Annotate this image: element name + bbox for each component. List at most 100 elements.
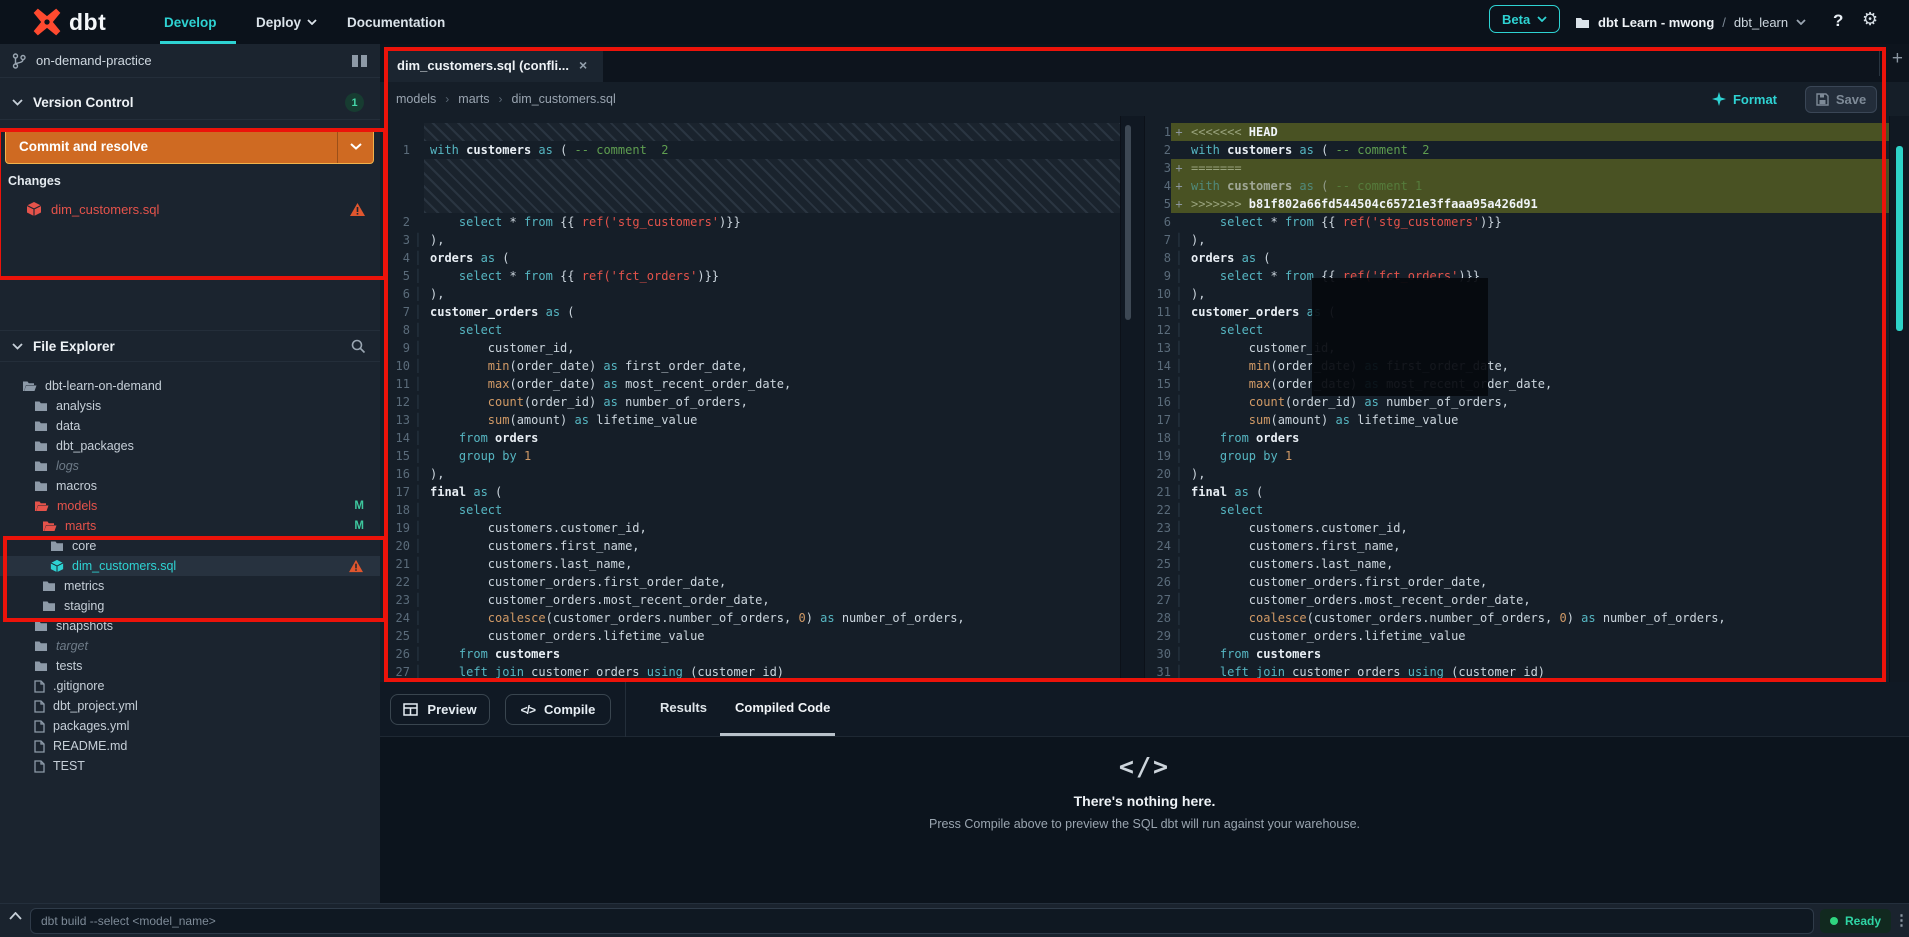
chevron-down-icon [1796,19,1806,25]
commit-and-resolve-button[interactable]: Commit and resolve [5,128,374,164]
tab-compiled-code[interactable]: Compiled Code [735,700,830,715]
commit-options-dropdown[interactable] [337,129,373,163]
gutter-marker: │ [414,539,422,553]
line-number: 8 [1163,251,1171,265]
code-line-21: 21 │ customers.last_name, [380,555,1120,573]
line-number: 16 [1156,395,1171,409]
code-line-7: 7 │ customer_orders as ( [380,303,1120,321]
tab-results[interactable]: Results [660,700,707,715]
version-control-header[interactable]: Version Control 1 [0,86,380,120]
code-line-2: 2 select * from {{ ref('stg_customers')}… [380,213,1120,231]
nav-documentation[interactable]: Documentation [347,0,445,44]
gutter-marker: │ [414,251,422,265]
nav-develop[interactable]: Develop [164,0,217,44]
gutter-marker: │ [414,467,422,481]
editor-pane-current[interactable]: 1 with customers as ( -- comment 2 2 selec… [380,116,1120,682]
save-button[interactable]: Save [1805,85,1877,113]
nav-deploy[interactable]: Deploy [256,0,317,44]
results-panel-header: Preview </> Compile Results Compiled Cod… [380,682,1909,737]
gutter-marker: │ [1175,287,1183,301]
tree-item-analysis[interactable]: analysis [0,396,380,416]
tree-item-dim_customers.sql[interactable]: dim_customers.sql [0,556,380,576]
breadcrumb-item[interactable]: marts [458,92,489,106]
new-tab-button[interactable]: + [1892,48,1903,70]
save-floppy-icon [1816,92,1829,106]
tree-item-logs[interactable]: logs [0,456,380,476]
file-explorer-header[interactable]: File Explorer [0,330,380,362]
save-label: Save [1835,91,1867,107]
docs-book-icon[interactable] [351,54,368,68]
tree-item-README.md[interactable]: README.md [0,736,380,756]
tree-item-marts[interactable]: marts M [0,516,380,536]
tree-item-snapshots[interactable]: snapshots [0,616,380,636]
chevron-up-icon[interactable] [9,912,22,920]
active-tab-underline [720,733,835,736]
account-name: dbt Learn - mwong [1598,14,1715,30]
code-line-18: 18 │ select [380,501,1120,519]
search-icon[interactable] [351,339,366,354]
dbt-logo[interactable]: dbt [32,7,106,37]
gutter-marker: │ [1175,593,1183,607]
tree-item-dbt_packages[interactable]: dbt_packages [0,436,380,456]
command-bar: Ready ⋮ [0,903,1909,937]
tree-item-staging[interactable]: staging [0,596,380,616]
command-input[interactable] [30,908,1814,934]
folder-icon [43,581,55,591]
breadcrumb-item[interactable]: models [396,92,436,106]
version-control-title: Version Control [33,95,134,110]
gutter-marker [1171,213,1187,231]
format-button[interactable]: Format [1711,92,1777,107]
gutter-marker: │ [414,269,422,283]
line-number: 28 [1156,611,1171,625]
line-number: 10 [1156,287,1171,301]
tree-item-TEST[interactable]: TEST [0,756,380,776]
code-line-21: 21 │ final as ( [1145,483,1889,501]
tab-title: dim_customers.sql (confli... [397,57,569,73]
tree-item-tests[interactable]: tests [0,656,380,676]
help-icon[interactable]: ? [1833,11,1843,31]
line-number: 14 [395,431,410,445]
close-icon[interactable]: × [579,57,587,73]
tree-item-dbt-learn-on-demand[interactable]: dbt-learn-on-demand [0,376,380,396]
code-line-22: 22 │ select [1145,501,1889,519]
line-number: 16 [395,467,410,481]
line-number: 21 [1156,485,1171,499]
tab-dim-customers[interactable]: dim_customers.sql (confli... × [387,48,603,82]
code-line-9: 9 │ select * from {{ ref('fct_orders')}} [1145,267,1889,285]
folder-open-icon [43,521,57,531]
tree-item-metrics[interactable]: metrics [0,576,380,596]
code-line-12: 12 │ select [1145,321,1889,339]
file-icon [34,699,45,713]
right-pane-scrollbar [1889,116,1909,682]
preview-button[interactable]: Preview [390,694,490,725]
tree-item-macros[interactable]: macros [0,476,380,496]
tree-item-core[interactable]: core [0,536,380,556]
overflow-menu-icon[interactable]: ⋮ [1894,911,1909,929]
scrollbar-thumb[interactable] [1125,125,1131,320]
gear-icon[interactable]: ⚙ [1862,9,1878,30]
beta-badge[interactable]: Beta [1489,5,1561,33]
code-line-22: 22 │ customer_orders.first_order_date, [380,573,1120,591]
gutter-marker: │ [414,449,422,463]
compile-button[interactable]: </> Compile [505,694,611,725]
gutter-marker: │ [1175,575,1183,589]
tree-item-target[interactable]: target [0,636,380,656]
gutter-marker: │ [1175,557,1183,571]
line-number: 13 [395,413,410,427]
project-selector[interactable]: dbt Learn - mwong / dbt_learn [1575,0,1806,44]
status-dot-icon [1830,917,1838,925]
git-branch-row[interactable]: on-demand-practice [0,44,380,78]
code-line-13: 13 │ customer_id, [1145,339,1889,357]
code-line-26: 26 │ customer_orders.first_order_date, [1145,573,1889,591]
code-line-15: 15 │ group by 1 [380,447,1120,465]
tree-item-packages.yml[interactable]: packages.yml [0,716,380,736]
scrollbar-thumb[interactable] [1896,146,1903,331]
breadcrumb-item[interactable]: dim_customers.sql [512,92,616,106]
tree-item-data[interactable]: data [0,416,380,436]
tree-item-dbt_project.yml[interactable]: dbt_project.yml [0,696,380,716]
gutter-marker: │ [414,287,422,301]
tree-item-.gitignore[interactable]: .gitignore [0,676,380,696]
editor-pane-conflict[interactable]: 1 + <<<<<<< HEAD 2 with customers as ( -- co… [1145,116,1889,682]
tree-item-models[interactable]: models M [0,496,380,516]
changed-file-row[interactable]: dim_customers.sql [0,196,380,222]
